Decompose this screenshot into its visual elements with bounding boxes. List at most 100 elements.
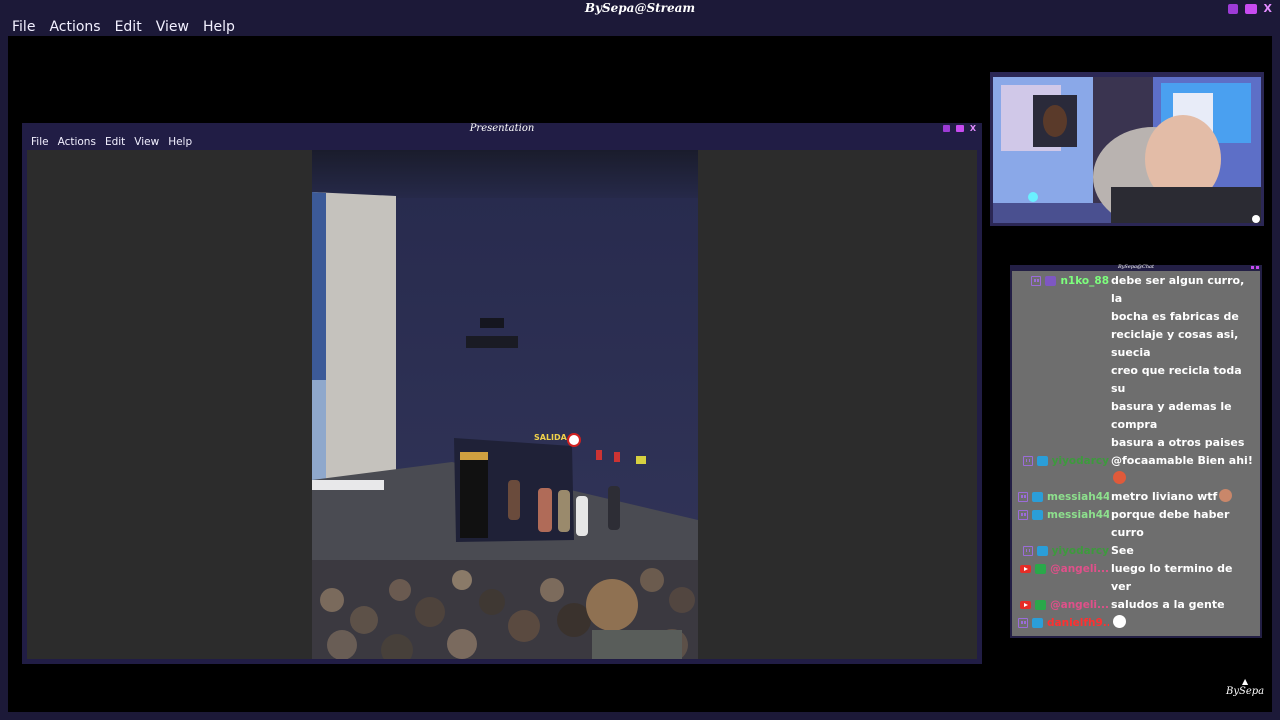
presentation-title: Presentation [469, 123, 535, 134]
twitch-icon [1018, 510, 1028, 520]
chat-message: yiyodarcy See [1012, 542, 1260, 560]
chat-username[interactable]: yiyodarcy [1052, 545, 1109, 557]
emote-icon [1219, 489, 1233, 502]
minimize-button[interactable] [1227, 4, 1238, 14]
window-controls: X [1227, 3, 1272, 14]
chat-message-text [1111, 614, 1256, 632]
chat-badge-icon [1036, 456, 1048, 466]
chat-message: @angeli... luego lo termino de ver [1012, 560, 1260, 596]
chat-title: BySepa@Chat [1117, 264, 1155, 270]
chat-badge-icon [1036, 546, 1048, 556]
chat-username[interactable]: danielfh9... [1047, 617, 1109, 629]
twitch-icon [1022, 456, 1033, 466]
chat-message-text: @focaamable Bien ahi! [1111, 452, 1256, 488]
chat-message-author: messiah44 [1012, 488, 1111, 506]
menu-file[interactable]: File [12, 19, 35, 35]
close-button[interactable]: X [1264, 3, 1272, 14]
chat-message-author: danielfh9... [1012, 614, 1111, 632]
chat-username[interactable]: @angeli... [1050, 563, 1109, 575]
chat-message-line: metro liviano wtf [1111, 490, 1218, 503]
presentation-menu-view[interactable]: View [134, 136, 159, 148]
chat-username[interactable]: yiyodarcy [1052, 455, 1109, 467]
chat-message-line: porque debe haber curro [1111, 508, 1230, 539]
chat-message-line-wrap [1111, 614, 1256, 632]
chat-message-text: saludos a la gente [1111, 596, 1256, 614]
presentation-menu-bar: File Actions Edit View Help [22, 135, 982, 149]
presentation-menu-file[interactable]: File [31, 136, 49, 148]
chat-badge-icon [1032, 510, 1043, 520]
chat-username[interactable]: messiah44 [1047, 491, 1109, 503]
presentation-window-controls: X [942, 125, 976, 133]
maximize-button[interactable] [1244, 4, 1257, 14]
menu-help[interactable]: Help [203, 19, 235, 35]
exit-sign: SALIDA [534, 433, 568, 442]
chat-username[interactable]: @angeli... [1050, 599, 1109, 611]
chat-message-author: yiyodarcy [1012, 542, 1111, 560]
presentation-menu-actions[interactable]: Actions [58, 136, 96, 148]
presentation-window: Presentation X File Actions Edit View He… [22, 123, 982, 664]
chat-badge-icon [1035, 600, 1047, 610]
chat-message-text: See [1111, 542, 1256, 560]
chat-message-list: plastico las frutas de formaindividual t… [1012, 271, 1260, 632]
chat-panel: BySepa@Chat plastico las frutas de forma… [1010, 264, 1262, 638]
chat-message-line: basura y ademas le compra [1111, 400, 1232, 431]
chat-body[interactable]: plastico las frutas de formaindividual t… [1012, 271, 1260, 636]
chat-badge-icon [1032, 618, 1043, 628]
chat-message-line: bocha es fabricas de [1111, 310, 1239, 323]
presentation-close-button[interactable]: X [970, 125, 976, 133]
chat-message-line: saludos a la gente [1111, 598, 1225, 611]
chat-message-line: creo que recicla toda su [1111, 364, 1242, 395]
chat-message-author: n1ko_88 [1012, 272, 1111, 290]
chat-message-line: See [1111, 544, 1134, 557]
chat-message-text: luego lo termino de ver [1111, 560, 1256, 596]
chat-message-text: porque debe haber curro [1111, 506, 1256, 542]
chat-message: n1ko_88 debe ser algun curro, la bocha es … [1012, 272, 1260, 452]
app-title: BySepa@Stream [584, 1, 696, 15]
presentation-menu-edit[interactable]: Edit [105, 136, 125, 148]
chat-message-text: metro liviano wtf [1111, 488, 1256, 506]
twitch-icon [1022, 546, 1033, 556]
menu-bar: File Actions Edit View Help [0, 18, 1280, 36]
twitch-icon [1018, 492, 1028, 502]
webcam-image [993, 77, 1261, 223]
twitch-icon [1031, 276, 1042, 286]
chat-badge-icon [1045, 276, 1057, 286]
chat-message-line: luego lo termino de ver [1111, 562, 1233, 593]
twitch-icon [1018, 618, 1028, 628]
chat-message-line: debe ser algun curro, la [1111, 274, 1245, 305]
chat-badge-icon [1032, 492, 1043, 502]
youtube-icon [1020, 565, 1032, 573]
webcam-feed [993, 77, 1261, 223]
youtube-icon [1020, 601, 1032, 609]
chat-message-author: @angeli... [1012, 596, 1111, 614]
webcam-panel [990, 72, 1264, 226]
presentation-canvas: SALIDA [27, 150, 977, 659]
chat-close-button[interactable] [1256, 266, 1259, 269]
chat-message-author: yiyodarcy [1012, 452, 1111, 470]
theater-photo-image: SALIDA [312, 150, 698, 659]
menu-actions[interactable]: Actions [49, 19, 100, 35]
chat-username[interactable]: n1ko_88 [1060, 275, 1109, 287]
chat-message: yiyodarcy @focaamable Bien ahi! [1012, 452, 1260, 488]
title-bar: BySepa@Stream X [0, 0, 1280, 18]
chat-username[interactable]: messiah44 [1047, 509, 1109, 521]
chat-message: danielfh9... [1012, 614, 1260, 632]
chat-message-author: @angeli... [1012, 560, 1111, 578]
menu-view[interactable]: View [156, 19, 189, 35]
presentation-maximize-button[interactable] [955, 125, 964, 132]
corner-logo-text: BySepa [1226, 686, 1265, 697]
emote-icon [1113, 615, 1126, 628]
chat-badge-icon [1035, 564, 1047, 574]
chat-message-line-wrap: metro liviano wtf [1111, 488, 1256, 506]
menu-edit[interactable]: Edit [115, 19, 142, 35]
chat-minimize-button[interactable] [1251, 266, 1254, 269]
chat-message-author: messiah44 [1012, 506, 1111, 524]
chat-message: messiah44 metro liviano wtf [1012, 488, 1260, 506]
emote-icon [1113, 471, 1126, 484]
presentation-menu-help[interactable]: Help [168, 136, 192, 148]
chat-message-line: basura a otros paises [1111, 436, 1245, 449]
chat-message-line: @focaamable Bien ahi! [1111, 454, 1253, 467]
logo-hat-icon: ▲ [1241, 677, 1249, 686]
presentation-title-bar[interactable]: Presentation X [22, 123, 982, 135]
presentation-minimize-button[interactable] [942, 125, 950, 132]
